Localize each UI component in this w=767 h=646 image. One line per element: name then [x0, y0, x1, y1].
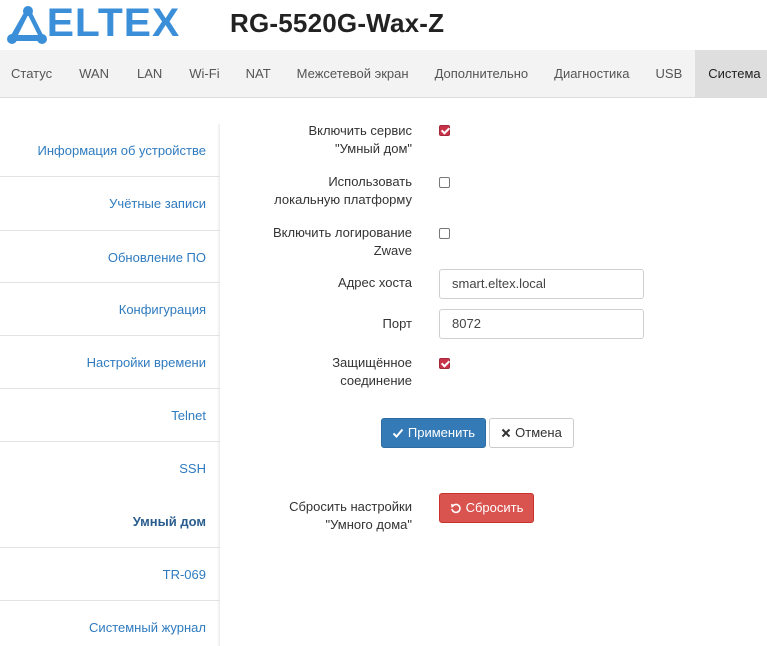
sidebar-item-label: Настройки времени	[86, 355, 206, 370]
sidebar-item-label: Конфигурация	[118, 302, 206, 317]
header: ELTEX RG-5520G-Wax-Z	[0, 0, 767, 50]
enable-service-label-line1: Включить сервис	[308, 123, 412, 138]
sidebar-item-label: Системный журнал	[89, 620, 206, 635]
local-platform-label: Использовать локальную платформу	[252, 173, 412, 209]
apply-button[interactable]: Применить	[381, 418, 486, 448]
device-model-title: RG-5520G-Wax-Z	[230, 8, 445, 38]
tab-wan[interactable]: WAN	[63, 50, 123, 97]
reset-button-label: Сбросить	[465, 500, 524, 515]
sidebar-item-tr069[interactable]: TR-069	[0, 548, 220, 601]
cancel-button[interactable]: Отмена	[489, 418, 574, 448]
eltex-logo-mark	[7, 6, 47, 44]
sidebar-item-configuration[interactable]: Конфигурация	[0, 283, 220, 336]
host-address-input[interactable]: smart.eltex.local	[439, 269, 644, 299]
sidebar: Информация об устройстве Учётные записи …	[0, 124, 220, 646]
zwave-logging-label-line1: Включить логирование	[272, 225, 412, 240]
sidebar-item-telnet[interactable]: Telnet	[0, 389, 220, 442]
sidebar-item-label: Учётные записи	[109, 196, 206, 211]
sidebar-item-label: Информация об устройстве	[37, 143, 206, 158]
local-platform-label-line2: локальную платформу	[274, 192, 412, 207]
sidebar-item-firmware-update[interactable]: Обновление ПО	[0, 230, 220, 283]
tab-wifi[interactable]: Wi-Fi	[176, 50, 232, 97]
top-nav: Статус WAN LAN Wi-Fi NAT Межсетевой экра…	[0, 50, 767, 98]
undo-icon	[450, 503, 461, 514]
logo-wordmark: ELTEX	[46, 1, 181, 45]
sidebar-item-label: TR-069	[162, 567, 206, 582]
close-icon	[501, 428, 511, 438]
secure-connection-label: Защищённое соединение	[252, 354, 412, 390]
secure-connection-checkbox[interactable]	[439, 358, 450, 369]
sidebar-item-system-log[interactable]: Системный журнал	[0, 601, 220, 646]
eltex-logo: ELTEX	[6, 1, 179, 47]
cancel-button-label: Отмена	[515, 425, 562, 440]
sidebar-item-accounts[interactable]: Учётные записи	[0, 177, 220, 230]
tab-lan[interactable]: LAN	[123, 50, 176, 97]
enable-service-checkbox[interactable]	[439, 125, 450, 136]
check-icon	[392, 428, 404, 438]
sidebar-item-smart-home[interactable]: Умный дом	[0, 495, 220, 548]
tab-advanced[interactable]: Дополнительно	[422, 50, 542, 97]
sidebar-item-device-info[interactable]: Информация об устройстве	[0, 124, 220, 177]
reset-smart-home-label-line2: "Умного дома"	[325, 517, 412, 532]
reset-smart-home-label-line1: Сбросить настройки	[289, 499, 412, 514]
sidebar-item-time-settings[interactable]: Настройки времени	[0, 336, 220, 389]
secure-connection-label-line2: соединение	[340, 373, 412, 388]
sidebar-item-label: Telnet	[171, 408, 206, 423]
zwave-logging-label: Включить логирование Zwave	[252, 224, 412, 260]
sidebar-item-label: SSH	[179, 461, 206, 476]
local-platform-label-line1: Использовать	[328, 174, 412, 189]
port-input[interactable]: 8072	[439, 309, 644, 339]
tab-firewall[interactable]: Межсетевой экран	[284, 50, 422, 97]
secure-connection-label-line1: Защищённое	[332, 355, 412, 370]
enable-service-label: Включить сервис "Умный дом"	[252, 122, 412, 158]
host-address-label: Адрес хоста	[338, 275, 412, 290]
reset-button[interactable]: Сбросить	[439, 493, 534, 523]
reset-smart-home-label: Сбросить настройки "Умного дома"	[252, 498, 412, 534]
tab-nat[interactable]: NAT	[233, 50, 284, 97]
tab-usb[interactable]: USB	[643, 50, 696, 97]
tab-status[interactable]: Статус	[0, 50, 63, 97]
zwave-logging-checkbox[interactable]	[439, 228, 450, 239]
enable-service-label-line2: "Умный дом"	[335, 141, 412, 156]
tab-diagnostics[interactable]: Диагностика	[541, 50, 642, 97]
sidebar-item-label: Обновление ПО	[107, 250, 206, 265]
apply-button-label: Применить	[407, 425, 476, 440]
local-platform-checkbox[interactable]	[439, 177, 450, 188]
sidebar-item-label: Умный дом	[132, 514, 206, 529]
port-label: Порт	[382, 316, 412, 331]
zwave-logging-label-line2: Zwave	[373, 243, 412, 258]
sidebar-item-ssh[interactable]: SSH	[0, 442, 220, 495]
tab-system[interactable]: Система	[695, 50, 767, 97]
